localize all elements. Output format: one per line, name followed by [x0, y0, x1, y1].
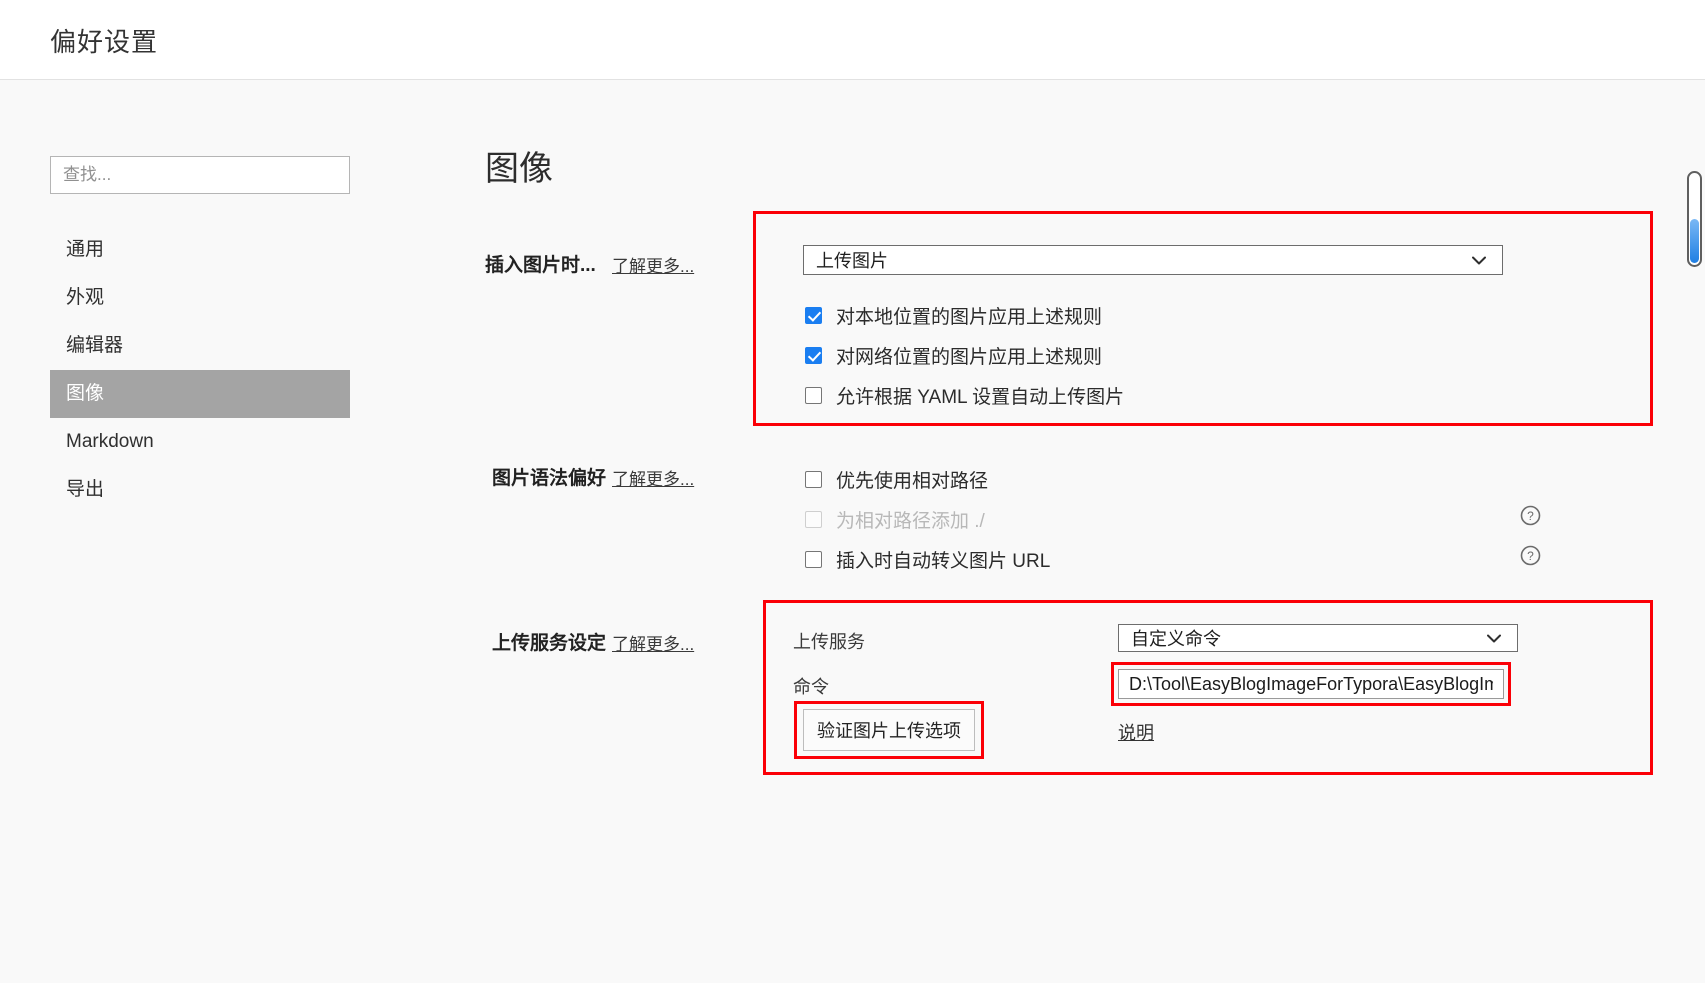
insert-image-learn-more-link[interactable]: 了解更多...	[612, 252, 694, 277]
insert-image-action-select[interactable]: 上传图片	[803, 245, 1503, 275]
insert-image-action-value: 上传图片	[816, 251, 888, 271]
apply-rule-local-label: 对本地位置的图片应用上述规则	[836, 307, 1103, 328]
settings-panel: 图像 插入图片时... 了解更多... 上传图片 对本地位置的图片应用上述规则 …	[400, 81, 1705, 983]
sidebar: 通用 外观 编辑器 图像 Markdown 导出	[0, 81, 400, 983]
prefer-relative-path-checkbox[interactable]	[805, 471, 822, 488]
apply-rule-network-checkbox[interactable]	[805, 347, 822, 364]
svg-text:?: ?	[1527, 549, 1534, 563]
insert-image-group-label: 插入图片时...	[485, 255, 596, 276]
upload-service-learn-more-link[interactable]: 了解更多...	[612, 630, 694, 655]
preferences-content: 通用 外观 编辑器 图像 Markdown 导出 图像 插入图片时... 了解更…	[0, 81, 1705, 983]
chevron-down-icon	[1466, 246, 1492, 274]
escape-image-url-label: 插入时自动转义图片 URL	[836, 551, 1051, 572]
apply-rule-network-row[interactable]: 对网络位置的图片应用上述规则	[805, 342, 1102, 369]
help-circle-icon[interactable]: ?	[1520, 545, 1541, 566]
upload-service-group-label: 上传服务设定	[492, 633, 607, 654]
image-syntax-learn-more-link[interactable]: 了解更多...	[612, 465, 694, 490]
prepend-dot-slash-label: 为相对路径添加 ./	[836, 511, 985, 532]
upload-service-instructions-link[interactable]: 说明	[1118, 719, 1154, 745]
upload-service-select[interactable]: 自定义命令	[1118, 624, 1518, 652]
apply-rule-local-checkbox[interactable]	[805, 307, 822, 324]
svg-text:?: ?	[1527, 509, 1534, 523]
verify-upload-options-button[interactable]: 验证图片上传选项	[803, 709, 975, 751]
sidebar-item-editor[interactable]: 编辑器	[50, 322, 350, 370]
escape-image-url-checkbox[interactable]	[805, 551, 822, 568]
sidebar-item-image[interactable]: 图像	[50, 370, 350, 418]
image-syntax-group-label: 图片语法偏好	[492, 468, 607, 489]
apply-rule-network-label: 对网络位置的图片应用上述规则	[836, 347, 1103, 368]
yaml-auto-upload-label: 允许根据 YAML 设置自动上传图片	[836, 387, 1125, 408]
prepend-dot-slash-row: 为相对路径添加 ./	[805, 506, 985, 533]
window-title: 偏好设置	[50, 27, 159, 57]
search-input[interactable]	[50, 156, 350, 194]
vertical-scrollbar[interactable]	[1687, 171, 1702, 983]
sidebar-nav: 通用 外观 编辑器 图像 Markdown 导出	[50, 226, 350, 514]
yaml-auto-upload-row[interactable]: 允许根据 YAML 设置自动上传图片	[805, 382, 1124, 409]
sidebar-item-general[interactable]: 通用	[50, 226, 350, 274]
prefer-relative-path-row[interactable]: 优先使用相对路径	[805, 466, 988, 493]
page-title: 图像	[485, 150, 553, 188]
prefer-relative-path-label: 优先使用相对路径	[836, 471, 989, 492]
sidebar-item-export[interactable]: 导出	[50, 466, 350, 514]
help-circle-icon[interactable]: ?	[1520, 505, 1541, 526]
upload-service-value: 自定义命令	[1131, 629, 1221, 649]
prepend-dot-slash-checkbox	[805, 511, 822, 528]
window-titlebar: 偏好设置	[0, 0, 1705, 80]
command-row-label: 命令	[793, 677, 829, 697]
sidebar-item-appearance[interactable]: 外观	[50, 274, 350, 322]
command-input[interactable]	[1118, 669, 1504, 699]
apply-rule-local-row[interactable]: 对本地位置的图片应用上述规则	[805, 302, 1102, 329]
chevron-down-icon	[1481, 625, 1507, 651]
sidebar-item-markdown[interactable]: Markdown	[50, 418, 350, 466]
preferences-window: 偏好设置 通用 外观 编辑器 图像 Markdown 导出 图像 插入图片时..…	[0, 0, 1705, 983]
upload-service-row-label: 上传服务	[793, 632, 865, 652]
escape-image-url-row[interactable]: 插入时自动转义图片 URL	[805, 546, 1050, 573]
yaml-auto-upload-checkbox[interactable]	[805, 387, 822, 404]
sidebar-search-wrapper	[50, 156, 350, 194]
scrollbar-thumb[interactable]	[1690, 219, 1699, 263]
